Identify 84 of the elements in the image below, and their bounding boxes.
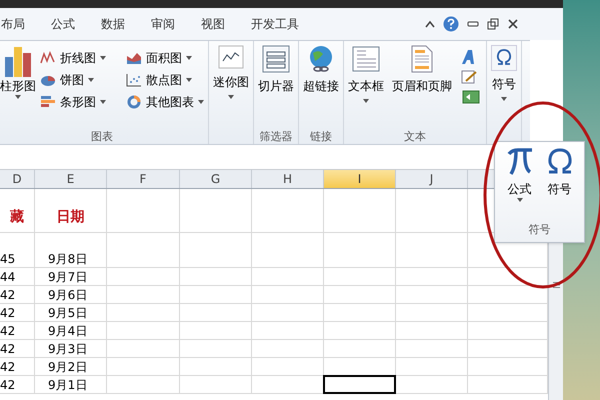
pi-icon [506, 146, 534, 176]
table-cell-text: 日期 [56, 208, 84, 227]
column-header[interactable]: F [107, 170, 180, 188]
line-chart-icon [40, 51, 56, 65]
ribbon-tab[interactable]: 开发工具 [251, 15, 299, 33]
table-cell: 42 [0, 287, 16, 303]
chart-type-button[interactable]: 其他图表 [126, 93, 204, 111]
table-cell: 9月5日 [48, 305, 88, 321]
grip-icon [552, 282, 560, 288]
table-cell: 9月1日 [48, 377, 88, 393]
scatter-chart-icon [126, 73, 142, 87]
group-label: 符号 [528, 222, 550, 238]
bar-chart-icon [40, 95, 56, 109]
column-chart-icon [4, 45, 32, 77]
ribbon-tab[interactable]: 布局 [1, 15, 25, 33]
pie-chart-icon [40, 73, 56, 87]
table-cell: 42 [0, 305, 16, 321]
header-footer-button[interactable]: 页眉和页脚 [392, 45, 452, 95]
ribbon-tab[interactable]: 数据 [101, 15, 125, 33]
chart-type-button[interactable]: 饼图 [40, 71, 118, 89]
help-icon[interactable] [443, 16, 459, 32]
chart-type-button[interactable]: 折线图 [40, 49, 118, 67]
minimize-icon[interactable] [467, 20, 479, 28]
document-icon [410, 45, 434, 73]
equation-button[interactable]: 公式 [506, 146, 534, 202]
hyperlink-button[interactable]: 超链接 [303, 45, 339, 95]
sparkline-icon [218, 45, 244, 69]
table-cell: 44 [0, 269, 16, 285]
area-chart-icon [126, 51, 142, 65]
column-header[interactable]: I [324, 170, 396, 188]
chart-type-button[interactable]: 散点图 [126, 71, 204, 89]
symbol-button[interactable]: 符号 [546, 146, 574, 202]
column-header[interactable]: D [0, 170, 35, 188]
caret-icon [363, 99, 369, 103]
slicer-button[interactable]: 切片器 [258, 45, 294, 95]
column-header[interactable]: G [180, 170, 252, 188]
table-cell: 9月2日 [48, 359, 88, 375]
table-cell: 9月3日 [48, 341, 88, 357]
restore-icon[interactable] [487, 18, 499, 30]
group-label: 图表 [91, 131, 113, 142]
text-box-button[interactable]: 文本框 [348, 45, 384, 103]
chevron-up-icon[interactable] [425, 20, 435, 28]
table-cell: 42 [0, 341, 16, 357]
globe-icon [307, 45, 335, 73]
group-label: 筛选器 [260, 131, 292, 142]
caret-icon [88, 78, 94, 82]
table-cell: 42 [0, 359, 16, 375]
donut-chart-icon [126, 95, 142, 109]
table-cell: 9月7日 [48, 269, 88, 285]
caret-icon [186, 56, 192, 60]
caret-icon [186, 78, 192, 82]
column-header[interactable]: E [35, 170, 107, 188]
slicer-icon [262, 45, 290, 73]
table-cell: 9月8日 [48, 251, 88, 267]
chart-type-button[interactable]: 条形图 [40, 93, 118, 111]
caret-icon [100, 100, 106, 104]
omega-icon [546, 146, 574, 176]
omega-icon [491, 45, 517, 71]
text-box-icon [352, 45, 380, 73]
chart-type-button[interactable]: 面积图 [126, 49, 204, 67]
column-chart-button[interactable]: 柱形图 [0, 45, 36, 99]
table-cell: 42 [0, 377, 16, 393]
table-cell-text: 藏 [10, 208, 24, 227]
close-icon[interactable] [507, 18, 519, 30]
table-cell: 9月6日 [48, 287, 88, 303]
group-label: 链接 [310, 131, 332, 142]
table-cell: 45 [0, 251, 16, 267]
caret-icon [100, 56, 106, 60]
caret-icon [228, 95, 234, 99]
column-header[interactable]: J [396, 170, 468, 188]
ribbon-tab[interactable]: 公式 [51, 15, 75, 33]
ribbon-tab[interactable]: 审阅 [151, 15, 175, 33]
object-icon[interactable] [460, 89, 482, 105]
sparkline-button[interactable]: 迷你图 [213, 45, 249, 99]
caret-icon [516, 198, 522, 202]
caret-icon [501, 97, 507, 101]
ribbon-tab[interactable]: 视图 [201, 15, 225, 33]
table-cell: 42 [0, 323, 16, 339]
symbol-button[interactable]: 符号 [491, 45, 517, 101]
group-label: 文本 [404, 131, 426, 142]
table-cell: 9月4日 [48, 323, 88, 339]
caret-icon [15, 95, 21, 99]
active-cell[interactable] [323, 375, 396, 394]
caret-icon [198, 100, 204, 104]
